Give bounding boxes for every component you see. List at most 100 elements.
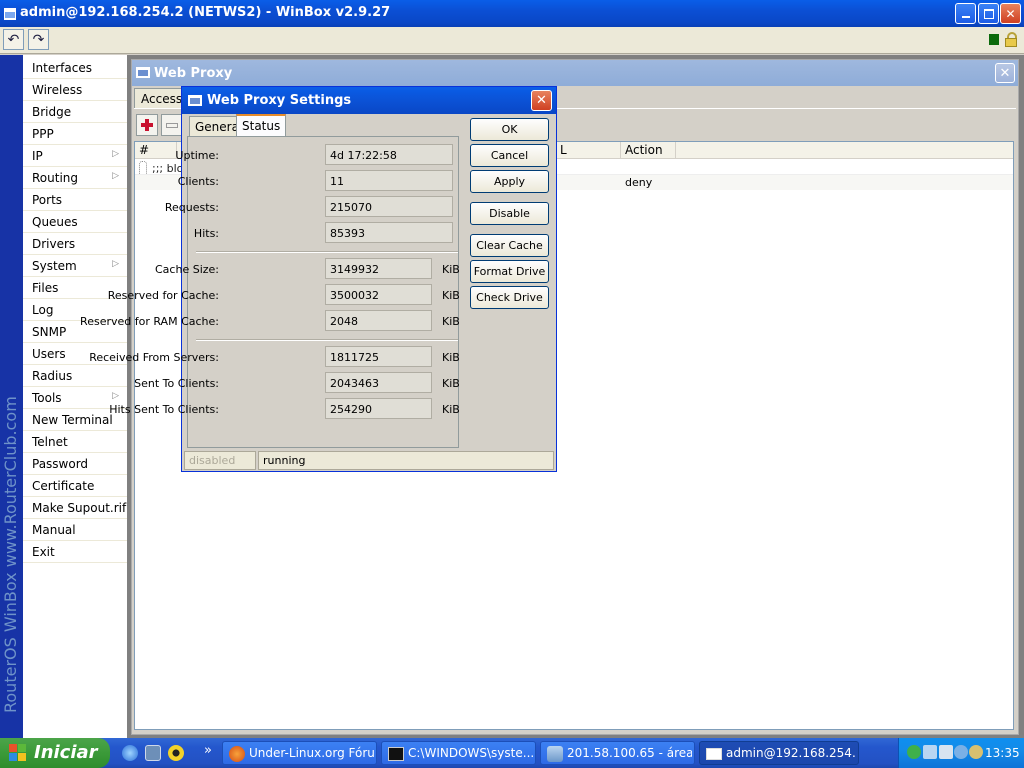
submenu-arrow-icon: ▷	[112, 391, 119, 401]
menu-item-password[interactable]: Password	[23, 453, 127, 475]
close-icon: ✕	[1005, 6, 1016, 21]
hits-sent-unit: KiB	[442, 403, 460, 416]
menu-item-label: Exit	[32, 545, 55, 559]
menu-item-bridge[interactable]: Bridge	[23, 101, 127, 123]
hits-sent-label: Hits Sent To Clients:	[109, 403, 219, 416]
menu-item-label: Interfaces	[32, 61, 92, 75]
redo-button[interactable]: ↷	[28, 29, 49, 50]
restore-button[interactable]	[978, 3, 999, 24]
menu-item-make-supout-rif[interactable]: Make Supout.rif	[23, 497, 127, 519]
hazard-quicklaunch-icon[interactable]	[168, 745, 184, 761]
web-proxy-title: Web Proxy	[154, 66, 233, 81]
minus-icon	[166, 122, 178, 128]
network-icon[interactable]	[923, 745, 937, 759]
column-header-url[interactable]: L	[555, 142, 621, 159]
menu-item-telnet[interactable]: Telnet	[23, 431, 127, 453]
sent-field[interactable]: 2043463	[325, 372, 432, 393]
received-field[interactable]: 1811725	[325, 346, 432, 367]
disable-button[interactable]: Disable	[470, 202, 549, 225]
sent-unit: KiB	[442, 377, 460, 390]
app-icon[interactable]	[4, 8, 16, 20]
menu-item-system[interactable]: System ▷	[23, 255, 127, 277]
submenu-arrow-icon: ▷	[112, 171, 119, 181]
requests-field[interactable]: 215070	[325, 196, 453, 217]
status-running-cell: running	[258, 451, 554, 470]
close-button[interactable]: ✕	[1000, 3, 1021, 24]
volume-icon[interactable]	[954, 745, 968, 759]
title-bar[interactable]: admin@192.168.254.2 (NETWS2) - WinBox v2…	[0, 0, 1024, 27]
remove-button[interactable]	[161, 114, 183, 136]
menu-item-label: Queues	[32, 215, 78, 229]
cache-size-unit: KiB	[442, 263, 460, 276]
menu-item-wireless[interactable]: Wireless	[23, 79, 127, 101]
status-panel: Uptime: 4d 17:22:58 Clients: 11 Requests…	[80, 136, 460, 448]
clear-cache-button[interactable]: Clear Cache	[470, 234, 549, 257]
task-button-cmd[interactable]: C:\WINDOWS\syste...	[381, 741, 536, 765]
cancel-button[interactable]: Cancel	[470, 144, 549, 167]
reserved-ram-field[interactable]: 2048	[325, 310, 432, 331]
menu-item-label: System	[32, 259, 77, 273]
tab-status[interactable]: Status	[236, 114, 287, 137]
menu-item-ports[interactable]: Ports	[23, 189, 127, 211]
uptime-field[interactable]: 4d 17:22:58	[325, 144, 453, 165]
messenger-icon[interactable]	[907, 745, 921, 759]
ok-button[interactable]: OK	[470, 118, 549, 141]
menu-item-ip[interactable]: IP ▷	[23, 145, 127, 167]
menu-item-label: Manual	[32, 523, 76, 537]
tray-app-icon[interactable]	[969, 745, 983, 759]
menu-item-label: Log	[32, 303, 54, 317]
menu-item-label: IP	[32, 149, 43, 163]
menu-item-interfaces[interactable]: Interfaces	[23, 57, 127, 79]
menu-item-drivers[interactable]: Drivers	[23, 233, 127, 255]
menu-item-routing[interactable]: Routing ▷	[23, 167, 127, 189]
start-button[interactable]: Iniciar	[0, 738, 110, 768]
dialog-titlebar[interactable]: Web Proxy Settings ✕	[182, 87, 556, 114]
task-button-browser[interactable]: Under-Linux.org Fóru...	[222, 741, 377, 765]
web-proxy-close-button[interactable]: ✕	[995, 63, 1015, 83]
reserved-ram-unit: KiB	[442, 315, 460, 328]
hits-field[interactable]: 85393	[325, 222, 453, 243]
task-button-remote[interactable]: 201.58.100.65 - área...	[540, 741, 695, 765]
menu-item-radius[interactable]: Radius	[23, 365, 127, 387]
reserved-cache-unit: KiB	[442, 289, 460, 302]
check-drive-button[interactable]: Check Drive	[470, 286, 549, 309]
apply-button[interactable]: Apply	[470, 170, 549, 193]
network-icon[interactable]	[939, 745, 953, 759]
reserved-ram-label: Reserved for RAM Cache:	[80, 315, 219, 328]
ie-quicklaunch-icon[interactable]	[145, 745, 161, 761]
quicklaunch-more[interactable]: »	[204, 743, 212, 758]
column-header-number[interactable]: #	[135, 142, 177, 159]
window-icon	[136, 67, 150, 78]
add-button[interactable]	[136, 114, 158, 136]
hits-sent-field[interactable]: 254290	[325, 398, 432, 419]
winbox-icon	[706, 748, 722, 760]
menu-item-label: Tools	[32, 391, 62, 405]
system-tray: 13:35	[898, 738, 1024, 768]
cache-size-field[interactable]: 3149932	[325, 258, 432, 279]
clients-field[interactable]: 11	[325, 170, 453, 191]
menu-item-queues[interactable]: Queues	[23, 211, 127, 233]
browser-quicklaunch-icon[interactable]	[122, 745, 138, 761]
undo-button[interactable]: ↶	[3, 29, 24, 50]
submenu-arrow-icon: ▷	[112, 259, 119, 269]
menu-item-certificate[interactable]: Certificate	[23, 475, 127, 497]
column-header-action[interactable]: Action	[621, 142, 676, 159]
firefox-icon	[229, 746, 245, 762]
reserved-cache-field[interactable]: 3500032	[325, 284, 432, 305]
undo-icon: ↶	[7, 31, 20, 48]
menu-item-label: Telnet	[32, 435, 68, 449]
task-button-winbox[interactable]: admin@192.168.254....	[699, 741, 859, 765]
web-proxy-titlebar[interactable]: Web Proxy ✕	[132, 60, 1018, 86]
format-drive-button[interactable]: Format Drive	[470, 260, 549, 283]
minimize-icon	[961, 16, 970, 18]
status-enabled-cell: disabled	[184, 451, 256, 470]
menu-item-exit[interactable]: Exit	[23, 541, 127, 563]
uptime-label: Uptime:	[175, 149, 219, 162]
toolbar: ↶ ↷	[0, 27, 1024, 54]
menu-item-manual[interactable]: Manual	[23, 519, 127, 541]
minimize-button[interactable]	[955, 3, 976, 24]
menu-item-ppp[interactable]: PPP	[23, 123, 127, 145]
web-proxy-settings-dialog: Web Proxy Settings ✕ General Status Upti…	[80, 86, 557, 472]
cmd-icon	[388, 747, 404, 761]
dialog-close-button[interactable]: ✕	[531, 90, 552, 111]
